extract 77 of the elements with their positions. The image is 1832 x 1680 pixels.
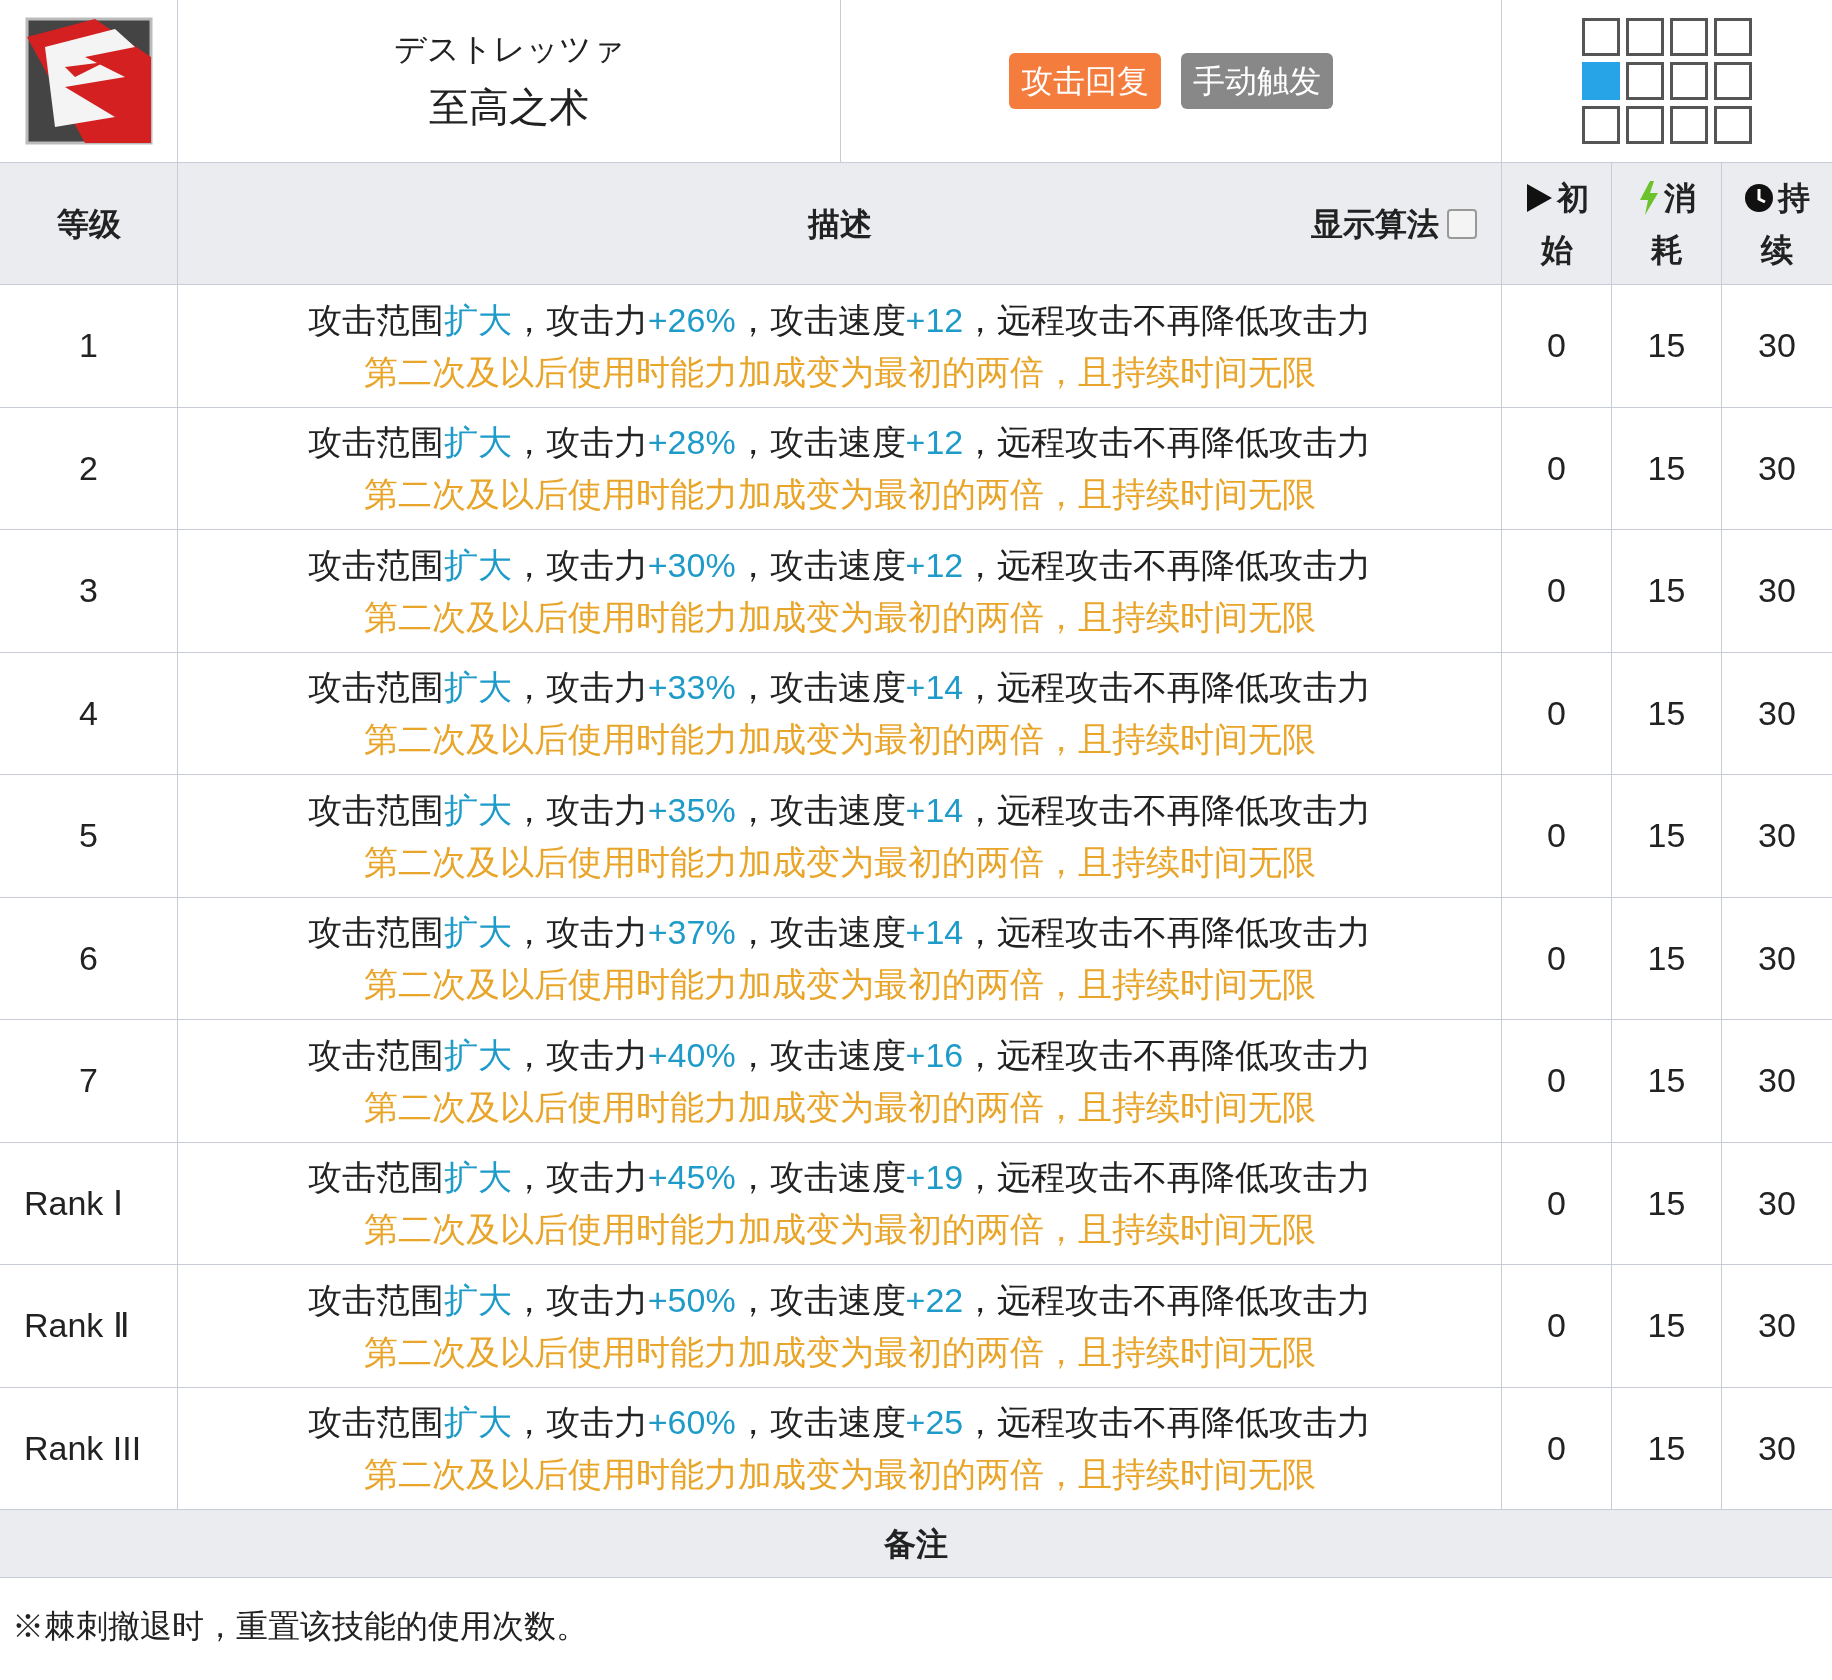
effect-text: 攻击范围扩大，攻击力+45%，攻击速度+19，远程攻击不再降低攻击力 <box>307 1157 1372 1199</box>
skill-tag: 手动触发 <box>1181 53 1333 109</box>
value-cell-text: 15 <box>1647 1305 1686 1347</box>
lightning-icon <box>1637 180 1660 215</box>
value-cell-text: 30 <box>1758 570 1796 612</box>
effect-note: 第二次及以后使用时能力加成变为最初的两倍，且持续时间无限 <box>363 964 1316 1006</box>
value-cell-text: 15 <box>1647 1060 1686 1102</box>
value-cell-text: 15 <box>1647 937 1686 979</box>
level-cell-text: 4 <box>78 692 99 734</box>
effect-text: 攻击范围扩大，攻击力+60%，攻击速度+25，远程攻击不再降低攻击力 <box>307 1402 1372 1444</box>
effect-note: 第二次及以后使用时能力加成变为最初的两倍，且持续时间无限 <box>363 351 1316 393</box>
value-cell-text: 0 <box>1547 1427 1566 1469</box>
skill-name-japanese: デストレッツァ <box>393 30 625 69</box>
effect-text: 攻击范围扩大，攻击力+30%，攻击速度+12，远程攻击不再降低攻击力 <box>307 544 1372 586</box>
level-cell-text: 2 <box>78 447 99 489</box>
column-header: 持续 <box>1761 179 1810 268</box>
level-cell-text: Rank Ⅰ <box>23 1182 123 1224</box>
value-cell-text: 0 <box>1547 692 1566 734</box>
value-cell-text: 30 <box>1758 447 1796 489</box>
effect-text: 攻击范围扩大，攻击力+40%，攻击速度+16，远程攻击不再降低攻击力 <box>307 1034 1372 1076</box>
value-cell-text: 0 <box>1547 1060 1566 1102</box>
level-cell-text: 3 <box>78 570 99 612</box>
value-cell-text: 15 <box>1647 1427 1686 1469</box>
value-cell-text: 0 <box>1547 1182 1566 1224</box>
value-cell-text: 0 <box>1547 447 1566 489</box>
column-header: 描述 <box>807 204 872 244</box>
show-formula-label: 显示算法 <box>1311 204 1439 244</box>
value-cell-text: 0 <box>1547 325 1566 367</box>
level-cell-text: Rank Ⅱ <box>23 1305 130 1347</box>
value-cell-text: 15 <box>1647 570 1686 612</box>
value-cell-text: 30 <box>1758 1305 1796 1347</box>
value-cell-text: 0 <box>1547 815 1566 857</box>
value-cell-text: 30 <box>1758 937 1796 979</box>
level-cell-text: 6 <box>78 937 99 979</box>
value-cell-text: 30 <box>1758 1182 1796 1224</box>
play-icon <box>1524 182 1553 213</box>
skill-tag: 攻击回复 <box>1009 53 1161 109</box>
column-header: 消耗 <box>1650 179 1696 268</box>
value-cell-text: 30 <box>1758 815 1796 857</box>
column-header: 初始 <box>1540 179 1589 268</box>
show-formula-checkbox[interactable] <box>1447 208 1477 239</box>
clock-icon <box>1744 182 1774 213</box>
level-cell-text: 1 <box>78 325 99 367</box>
level-cell-text: Rank III <box>23 1427 142 1469</box>
effect-note: 第二次及以后使用时能力加成变为最初的两倍，且持续时间无限 <box>363 1086 1316 1128</box>
value-cell-text: 30 <box>1758 1427 1796 1469</box>
value-cell-text: 0 <box>1547 570 1566 612</box>
level-cell-text: 7 <box>78 1060 99 1102</box>
effect-text: 攻击范围扩大，攻击力+26%，攻击速度+12，远程攻击不再降低攻击力 <box>307 299 1372 341</box>
effect-note: 第二次及以后使用时能力加成变为最初的两倍，且持续时间无限 <box>363 596 1316 638</box>
value-cell-text: 0 <box>1547 1305 1566 1347</box>
column-header: 等级 <box>56 204 121 244</box>
effect-text: 攻击范围扩大，攻击力+35%，攻击速度+14，远程攻击不再降低攻击力 <box>307 789 1372 831</box>
notes-header: 备注 <box>884 1524 948 1564</box>
value-cell-text: 15 <box>1647 447 1686 489</box>
value-cell-text: 15 <box>1647 815 1686 857</box>
value-cell-text: 15 <box>1647 325 1686 367</box>
effect-note: 第二次及以后使用时能力加成变为最初的两倍，且持续时间无限 <box>363 719 1316 761</box>
effect-note: 第二次及以后使用时能力加成变为最初的两倍，且持续时间无限 <box>363 1454 1316 1496</box>
effect-text: 攻击范围扩大，攻击力+28%，攻击速度+12，远程攻击不再降低攻击力 <box>307 422 1372 464</box>
effect-note: 第二次及以后使用时能力加成变为最初的两倍，且持续时间无限 <box>363 474 1316 516</box>
effect-text: 攻击范围扩大，攻击力+37%，攻击速度+14，远程攻击不再降低攻击力 <box>307 912 1372 954</box>
value-cell-text: 30 <box>1758 325 1796 367</box>
effect-note: 第二次及以后使用时能力加成变为最初的两倍，且持续时间无限 <box>363 1209 1316 1251</box>
level-cell-text: 5 <box>78 815 99 857</box>
value-cell-text: 30 <box>1758 692 1796 734</box>
effect-text: 攻击范围扩大，攻击力+33%，攻击速度+14，远程攻击不再降低攻击力 <box>307 667 1372 709</box>
value-cell-text: 30 <box>1758 1060 1796 1102</box>
value-cell-text: 0 <box>1547 937 1566 979</box>
effect-note: 第二次及以后使用时能力加成变为最初的两倍，且持续时间无限 <box>363 1331 1316 1373</box>
notes-text: ※棘刺撤退时，重置该技能的使用次数。 <box>12 1608 588 1644</box>
value-cell-text: 15 <box>1647 1182 1686 1224</box>
effect-note: 第二次及以后使用时能力加成变为最初的两倍，且持续时间无限 <box>363 841 1316 883</box>
skill-icon <box>24 17 153 145</box>
value-cell-text: 15 <box>1647 692 1686 734</box>
skill-name: 至高之术 <box>429 84 589 131</box>
effect-text: 攻击范围扩大，攻击力+50%，攻击速度+22，远程攻击不再降低攻击力 <box>307 1279 1372 1321</box>
